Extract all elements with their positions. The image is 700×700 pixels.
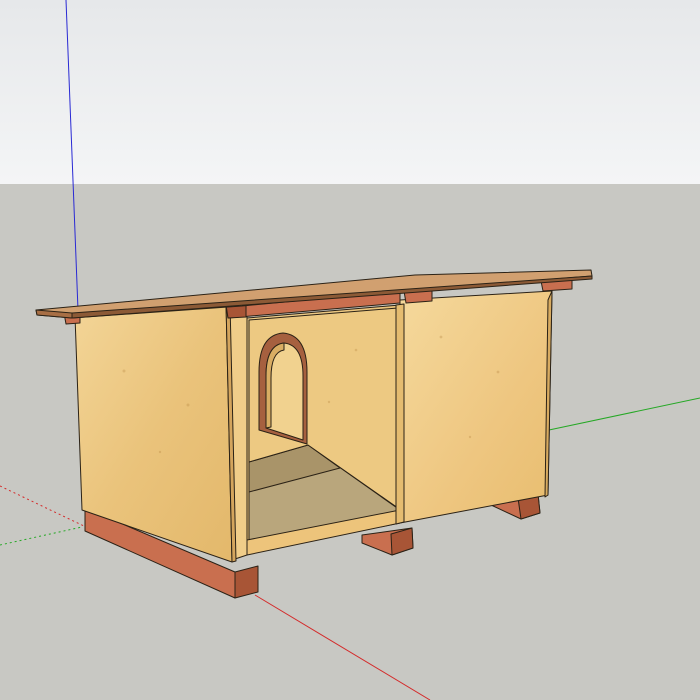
right-side-wall (399, 290, 553, 524)
base-beam-front-end (234, 565, 259, 599)
3d-viewport[interactable] (0, 0, 700, 700)
sky-background (0, 0, 700, 184)
model-canvas[interactable] (0, 0, 700, 700)
door-jamb-right (395, 303, 405, 525)
